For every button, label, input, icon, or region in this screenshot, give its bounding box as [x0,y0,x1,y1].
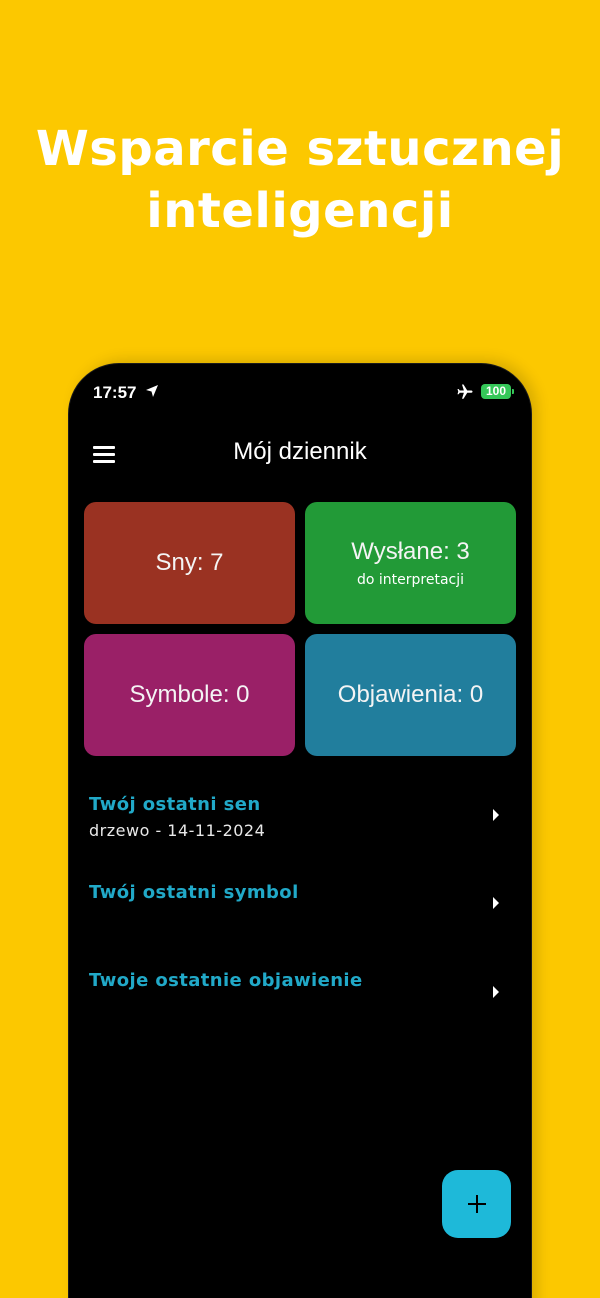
chevron-right-icon [493,809,499,821]
symbols-count-tile[interactable]: Symbole: 0 [84,634,295,756]
battery-level: 100 [485,384,507,398]
promo-headline-line2: inteligencji [146,183,454,239]
airplane-icon [457,384,473,399]
status-bar: 17:57 100 [69,364,531,420]
promo-headline-line1: Wsparcie sztucznej [35,121,565,177]
dreams-count-label: Sny: 7 [155,549,224,576]
sent-count-label: Wysłane: 3 [351,538,470,565]
revelations-count-tile[interactable]: Objawienia: 0 [305,634,516,756]
battery-icon: 100 [481,384,514,399]
dreams-count-tile[interactable]: Sny: 7 [84,502,295,624]
promo-headline: Wsparcie sztucznej inteligencji [0,118,600,242]
last-symbol-row[interactable]: Twój ostatni symbol [89,882,499,909]
plus-icon [467,1195,486,1213]
page-title: Mój dziennik [233,438,367,465]
sent-count-sublabel: do interpretacji [356,572,465,588]
last-revelation-title: Twoje ostatnie objawienie [89,970,363,991]
last-dream-title: Twój ostatni sen [89,794,261,815]
last-symbol-title: Twój ostatni symbol [89,882,299,903]
chevron-right-icon [493,897,499,909]
phone-screen: 17:57 100 Mój dziennik Sny: 7 Wysłane: 3… [69,364,531,1298]
symbols-count-label: Symbole: 0 [129,681,250,708]
chevron-right-icon [493,986,499,998]
sent-count-tile[interactable]: Wysłane: 3 do interpretacji [305,502,516,624]
location-arrow-icon [146,385,158,397]
last-revelation-row[interactable]: Twoje ostatnie objawienie [89,970,499,998]
add-entry-button[interactable] [442,1170,511,1238]
last-dream-row[interactable]: Twój ostatni sen drzewo - 14-11-2024 [89,794,499,840]
revelations-count-label: Objawienia: 0 [337,681,484,708]
last-dream-detail: drzewo - 14-11-2024 [89,821,266,840]
status-time: 17:57 [93,383,137,402]
